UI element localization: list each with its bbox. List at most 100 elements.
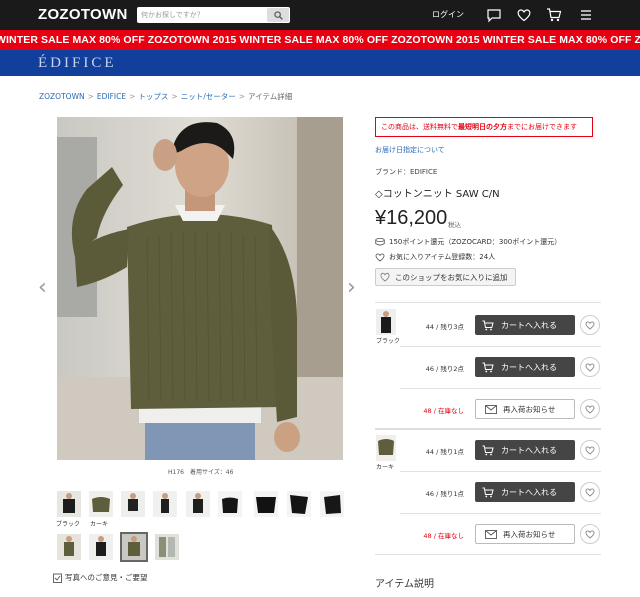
divider [375,428,601,430]
favorite-item-button[interactable] [580,357,600,377]
divider [400,346,601,347]
breadcrumb-separator: > [129,92,136,101]
tax-label: 税込 [448,221,461,229]
heart-icon [585,363,595,372]
thumbnail[interactable] [121,491,145,517]
zozotown-logo[interactable]: ZOZOTOWN [38,6,128,23]
cart-icon[interactable] [546,7,562,23]
color-swatch-khaki [376,435,396,461]
prev-image-arrow[interactable]: ‹ [38,275,47,300]
cart-icon [482,320,494,330]
breadcrumb-knit[interactable]: ニット/セーター [181,92,236,101]
thumbnail[interactable] [254,491,278,517]
model-photo [57,117,343,460]
thumbnail[interactable] [57,534,81,560]
restock-notify-label: 再入荷お知らせ [503,529,556,539]
add-to-cart-button[interactable]: カートへ入れる [475,315,575,335]
message-icon[interactable] [486,7,502,23]
heart-icon [585,405,595,414]
sale-banner-text: WINTER SALE MAX 80% OFF ZOZOTOWN 2015 WI… [0,34,640,46]
delivery-date-link[interactable]: お届け日指定について [375,145,445,155]
cart-icon [482,487,494,497]
divider [400,388,601,389]
sale-banner[interactable]: WINTER SALE MAX 80% OFF ZOZOTOWN 2015 WI… [0,30,640,50]
divider [400,471,601,472]
product-price: ¥16,200 [375,207,448,229]
photo-feedback-link[interactable]: 写真へのご意見・ご要望 [53,572,148,583]
cart-icon [482,445,494,455]
breadcrumb-zozotown[interactable]: ZOZOTOWN [39,92,85,101]
color-swatch-black [376,309,396,335]
thumbnail[interactable] [218,491,242,517]
heart-icon [585,488,595,497]
thumbnail[interactable] [287,491,311,517]
add-to-cart-button[interactable]: カートへ入れる [475,440,575,460]
search-button[interactable] [267,8,289,22]
clipboard-check-icon [53,573,62,583]
thumbnail[interactable] [155,534,179,560]
divider [375,554,601,555]
heart-icon [585,530,595,539]
divider [400,513,601,514]
breadcrumb-separator: > [171,92,178,101]
top-header: ZOZOTOWN ログイン [0,0,640,30]
favorite-item-button[interactable] [580,440,600,460]
thumbnail[interactable] [89,491,113,517]
search-input[interactable] [141,8,265,22]
shop-bar: ÉDIFICE [0,50,640,76]
favorite-item-button[interactable] [580,524,600,544]
favorite-count: お気に入りアイテム登録数：24人 [375,252,495,262]
color-name-black: ブラック [376,338,401,345]
breadcrumb-tops[interactable]: トップス [138,92,168,101]
notice-highlight: 最短明日の夕方 [458,123,507,131]
favorite-item-button[interactable] [580,399,600,419]
points-info: 150ポイント還元（ZOZOCARD：300ポイント還元） [375,237,561,247]
thumbnail[interactable] [320,491,344,517]
size-stock-text-out: 48 / 在庫なし [423,532,464,540]
heart-plus-icon [380,272,390,282]
cart-icon [482,362,494,372]
add-to-cart-label: カートへ入れる [501,445,557,455]
thumbnail[interactable] [57,491,81,517]
next-image-arrow[interactable]: › [347,275,356,300]
heart-icon[interactable] [516,7,532,23]
add-shop-favorite-label: このショップをお気に入りに追加 [395,272,508,282]
thumbnail[interactable] [153,491,177,517]
add-to-cart-label: カートへ入れる [501,320,557,330]
heart-icon [585,321,595,330]
points-text: 150ポイント還元（ZOZOCARD：300ポイント還元） [389,238,562,246]
divider [375,302,601,303]
thumbnail[interactable] [89,534,113,560]
breadcrumb: ZOZOTOWN > EDIFICE > トップス > ニット/セーター > アイテム詳細 [39,91,292,102]
size-stock-text: 44 / 残り1点 [425,448,464,456]
thumbnail-selected[interactable] [120,532,148,562]
breadcrumb-separator: > [87,92,94,101]
heart-outline-icon [375,253,385,262]
thumbnail-label: カーキ [90,521,109,528]
add-to-cart-button[interactable]: カートへ入れる [475,482,575,502]
mail-icon [485,529,497,539]
photo-feedback-label: 写真へのご意見・ご要望 [65,573,148,582]
add-to-cart-label: カートへ入れる [501,487,557,497]
restock-notify-button[interactable]: 再入荷お知らせ [475,524,575,544]
color-name-khaki: カーキ [376,464,395,471]
mail-icon [485,404,497,414]
thumbnail[interactable] [186,491,210,517]
restock-notify-button[interactable]: 再入荷お知らせ [475,399,575,419]
breadcrumb-current: アイテム詳細 [248,92,293,101]
coins-icon [375,238,385,246]
favorite-item-button[interactable] [580,482,600,502]
heart-icon [585,446,595,455]
add-to-cart-button[interactable]: カートへ入れる [475,357,575,377]
product-main-image[interactable] [57,117,343,460]
breadcrumb-edifice[interactable]: EDIFICE [97,92,126,101]
menu-icon[interactable] [578,7,594,23]
add-to-cart-label: カートへ入れる [501,362,557,372]
login-link[interactable]: ログイン [432,9,464,20]
notice-text: この商品は、送料無料で [381,123,458,131]
add-shop-favorite-button[interactable]: このショップをお気に入りに追加 [375,268,516,286]
shop-logo[interactable]: ÉDIFICE [38,55,117,72]
favorite-item-button[interactable] [580,315,600,335]
brand-label[interactable]: ブランド：EDIFICE [375,167,437,177]
free-shipping-notice: この商品は、送料無料で 最短明日の夕方 までにお届けできます [375,117,593,137]
